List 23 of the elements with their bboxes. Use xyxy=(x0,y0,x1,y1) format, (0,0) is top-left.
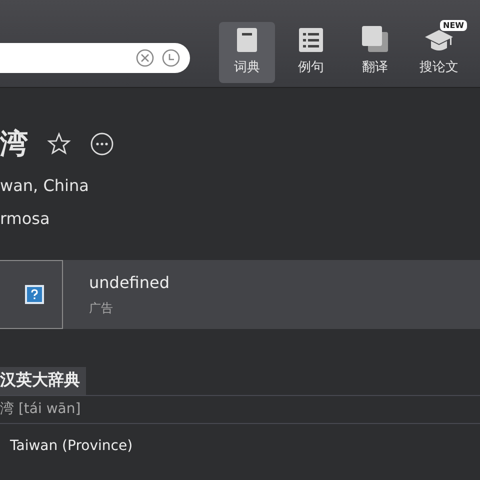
tab[interactable]: 词典 xyxy=(219,22,275,83)
ad-label: 广告 xyxy=(89,300,114,316)
dictionary-name: 汉英大辞典 xyxy=(0,367,86,395)
copy-icon xyxy=(362,26,388,52)
book-icon xyxy=(236,28,258,52)
clock-icon[interactable] xyxy=(162,48,180,66)
headword: 湾 xyxy=(0,126,28,162)
new-badge: NEW xyxy=(440,20,467,31)
definition: rmosa xyxy=(0,209,51,228)
tab[interactable]: 例句 xyxy=(283,22,339,83)
definition: wan, China xyxy=(0,176,90,195)
search-field[interactable] xyxy=(0,42,190,72)
meaning: Taiwan (Province) xyxy=(9,437,134,454)
star-icon[interactable] xyxy=(47,132,71,156)
more-icon[interactable] xyxy=(90,132,114,156)
tab[interactable]: 翻译 xyxy=(347,22,403,83)
list-icon xyxy=(299,28,323,52)
tab[interactable]: NEW 搜论文 xyxy=(411,22,467,83)
graduation-cap-icon xyxy=(424,28,454,52)
pronunciation: 湾 [tái wān] xyxy=(0,401,81,417)
ad-title[interactable]: undefined xyxy=(89,272,170,292)
clear-icon[interactable] xyxy=(136,48,154,66)
question-mark-icon xyxy=(24,285,44,304)
